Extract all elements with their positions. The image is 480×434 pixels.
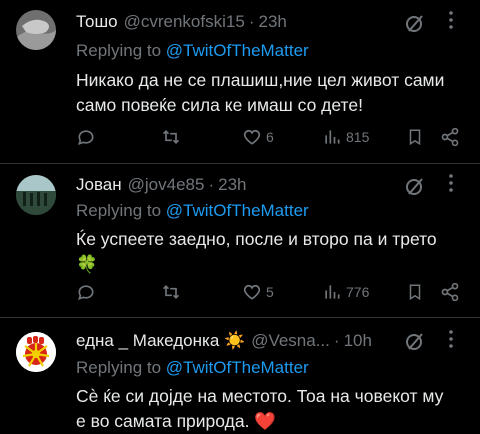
avatar[interactable] — [16, 175, 56, 215]
view-count: 776 — [346, 284, 370, 300]
grok-icon[interactable] — [404, 330, 426, 352]
grok-icon[interactable] — [404, 175, 426, 197]
tweet-text-line: Никако да не се плашиш,ние цел живот сам… — [76, 70, 445, 90]
share-button[interactable] — [440, 127, 460, 147]
separator-dot: · — [248, 12, 255, 31]
display-name[interactable]: Тошо — [76, 12, 118, 32]
bookmark-button[interactable] — [406, 282, 424, 302]
share-button[interactable] — [440, 282, 460, 302]
share-icon — [441, 282, 459, 302]
timestamp[interactable]: 23h — [218, 175, 246, 195]
more-icon[interactable] — [448, 10, 454, 33]
like-button[interactable]: 6 — [242, 127, 274, 147]
views-button[interactable]: 815 — [322, 127, 369, 147]
avatar[interactable] — [16, 10, 56, 50]
more-icon[interactable] — [448, 173, 454, 196]
user-handle[interactable]: @jov4e85 — [128, 175, 205, 195]
like-count: 5 — [266, 284, 274, 300]
bookmark-icon — [409, 284, 421, 301]
like-icon — [243, 284, 261, 300]
tweet-text: Ќе успеете заедно, после и второ па и тр… — [76, 227, 466, 277]
replying-to-label: Replying to — [76, 41, 162, 60]
bookmark-button[interactable] — [406, 127, 424, 147]
action-bar: 5 776 — [76, 282, 466, 304]
like-button[interactable]: 5 — [242, 282, 274, 302]
tweet[interactable]: Тошо @cvrenkofski15 · 23h Replying to @T… — [0, 0, 480, 164]
view-count: 815 — [346, 129, 370, 145]
tweet-text: Никако да не се плашиш,ние цел живот сам… — [76, 68, 466, 118]
user-handle[interactable]: @cvrenkofski15 — [124, 12, 245, 32]
tweet-text-line: е во самата природа. ❤️ — [76, 411, 277, 431]
reply-button[interactable] — [76, 127, 96, 147]
timestamp[interactable]: 23h — [258, 12, 286, 32]
tweet-text-line: само повеќе сила ке имаш со дете! — [76, 95, 363, 115]
avatar[interactable] — [16, 332, 56, 372]
mention-link[interactable]: @TwitOfTheMatter — [166, 41, 309, 60]
views-button[interactable]: 776 — [322, 282, 369, 302]
views-icon — [325, 130, 340, 144]
separator-dot: · — [208, 175, 215, 194]
replying-to: Replying to @TwitOfTheMatter — [76, 201, 309, 221]
reply-icon — [78, 285, 94, 300]
retweet-icon — [162, 129, 180, 145]
display-name[interactable]: Јован — [76, 175, 122, 195]
replying-to: Replying to @TwitOfTheMatter — [76, 41, 309, 61]
share-icon — [441, 127, 459, 147]
display-name[interactable]: една _ Македонка ☀️ — [76, 331, 245, 351]
reply-icon — [78, 130, 94, 145]
views-icon — [325, 285, 340, 299]
tweet-text-line: 🍀 — [76, 254, 98, 274]
replying-to-label: Replying to — [76, 201, 162, 220]
separator-dot: · — [333, 331, 340, 350]
timestamp[interactable]: 10h — [344, 331, 372, 351]
tweet-text-line: Ќе успеете заедно, после и второ па и тр… — [76, 229, 437, 249]
retweet-button[interactable] — [160, 127, 182, 147]
mention-link[interactable]: @TwitOfTheMatter — [166, 201, 309, 220]
replying-to: Replying to @TwitOfTheMatter — [76, 358, 309, 378]
tweet[interactable]: Јован @jov4e85 · 23h Replying to @TwitOf… — [0, 164, 480, 318]
replying-to-label: Replying to — [76, 358, 162, 377]
tweet-text: Сѐ ќе си дојде на местото. Тоа на човеко… — [76, 384, 466, 434]
reply-button[interactable] — [76, 282, 96, 302]
tweet-text-line: Сѐ ќе си дојде на местото. Тоа на човеко… — [76, 386, 444, 406]
like-icon — [243, 129, 261, 145]
like-count: 6 — [266, 129, 274, 145]
more-icon[interactable] — [448, 329, 454, 352]
reply-feed: Тошо @cvrenkofski15 · 23h Replying to @T… — [0, 0, 480, 431]
action-bar: 6 815 — [76, 127, 466, 149]
retweet-button[interactable] — [160, 282, 182, 302]
retweet-icon — [162, 284, 180, 300]
mention-link[interactable]: @TwitOfTheMatter — [166, 358, 309, 377]
tweet[interactable]: една _ Македонка ☀️ @Vesna... · 10h Repl… — [0, 318, 480, 433]
bookmark-icon — [409, 129, 421, 146]
grok-icon[interactable] — [404, 12, 426, 34]
user-handle[interactable]: @Vesna... — [251, 331, 330, 351]
